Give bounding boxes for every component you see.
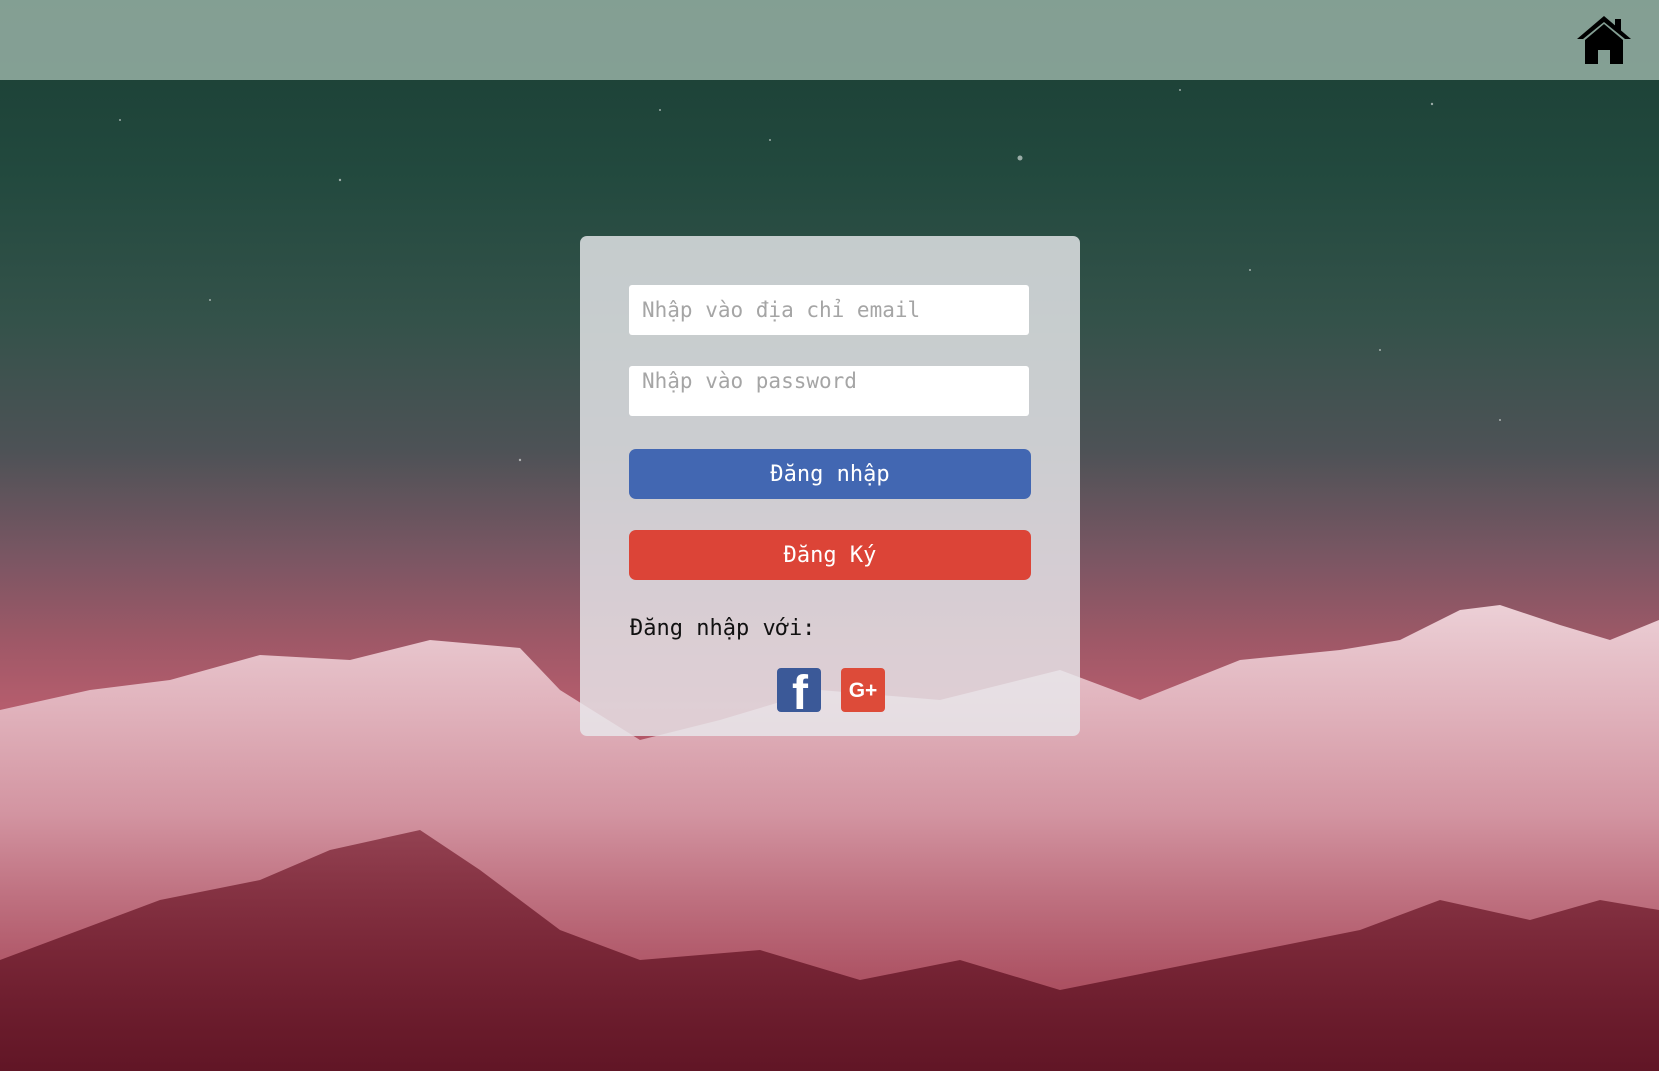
- home-icon: [1577, 16, 1631, 64]
- facebook-login-button[interactable]: f: [777, 668, 821, 712]
- login-button[interactable]: Đăng nhập: [629, 449, 1031, 499]
- password-input[interactable]: [629, 366, 1029, 416]
- signup-button[interactable]: Đăng Ký: [629, 530, 1031, 580]
- top-bar: [0, 0, 1659, 80]
- home-button[interactable]: [1575, 14, 1633, 66]
- google-plus-login-button[interactable]: G+: [841, 668, 885, 712]
- social-login-label: Đăng nhập với:: [630, 616, 816, 641]
- google-plus-icon: G+: [848, 679, 878, 702]
- facebook-icon: f: [792, 668, 808, 712]
- login-card: Đăng nhập Đăng Ký Đăng nhập với: f G+: [580, 236, 1080, 736]
- email-input[interactable]: [629, 285, 1029, 335]
